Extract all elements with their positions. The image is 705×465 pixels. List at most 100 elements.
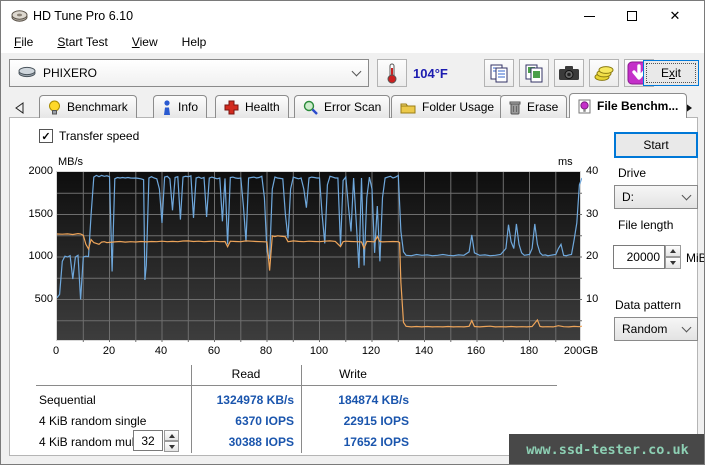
tab-info[interactable]: Info	[153, 95, 207, 118]
drive-dropdown[interactable]: D:	[614, 185, 698, 209]
data-pattern-label: Data pattern	[615, 298, 681, 312]
thermometer-icon	[386, 62, 398, 84]
axis-tick-label: 180	[507, 345, 551, 357]
screenshot-button[interactable]	[554, 59, 584, 87]
tab-health-label: Health	[245, 100, 280, 114]
file-length-label: File length	[618, 218, 673, 232]
axis-tick-label: 10	[586, 293, 610, 305]
row-label: 4 KiB random single	[39, 414, 146, 428]
table-column-divider-1	[191, 365, 192, 453]
drive-select-combo[interactable]: PHIXERO	[9, 59, 369, 87]
minimize-icon	[584, 16, 595, 17]
arrow-left-icon	[15, 102, 24, 114]
camera-icon	[558, 65, 580, 81]
info-icon	[162, 100, 172, 115]
file-length-input[interactable]	[613, 245, 665, 269]
axis-tick-label: 20	[87, 345, 131, 357]
transfer-speed-checkbox-row[interactable]: ✓ Transfer speed	[39, 129, 139, 143]
row-label: Sequential	[39, 393, 96, 407]
tab-file-benchmark-label: File Benchm...	[597, 99, 678, 113]
y-axis-left-unit: MB/s	[58, 156, 83, 168]
table-column-divider-2	[301, 365, 302, 453]
arrow-down-icon	[169, 445, 175, 449]
tab-benchmark-label: Benchmark	[67, 100, 128, 114]
magnifier-icon	[303, 100, 318, 115]
y-axis-right-unit: ms	[558, 156, 573, 168]
random-multi-read-value: 30388 IOPS	[196, 435, 294, 449]
start-button[interactable]: Start	[614, 132, 698, 158]
file-length-down-button[interactable]	[665, 257, 681, 269]
health-cross-icon	[224, 100, 239, 115]
axis-tick-label: 80	[244, 345, 288, 357]
checkbox-checked-icon[interactable]: ✓	[39, 129, 53, 143]
copy-icon	[489, 63, 509, 83]
axis-tick-label: 60	[192, 345, 236, 357]
queue-depth-down-button[interactable]	[164, 441, 179, 452]
chevron-down-icon	[682, 322, 692, 332]
data-pattern-value: Random	[622, 322, 667, 336]
sequential-write-value: 184874 KB/s	[311, 393, 409, 407]
arrow-up-icon	[169, 434, 175, 438]
queue-depth-input[interactable]	[133, 430, 163, 451]
folder-icon	[400, 101, 416, 114]
bulb-icon	[48, 100, 61, 115]
random-single-read-value: 6370 IOPS	[196, 414, 294, 428]
benchmark-chart	[56, 171, 581, 341]
tab-benchmark[interactable]: Benchmark	[39, 95, 137, 118]
tab-error-scan[interactable]: Error Scan	[294, 95, 390, 118]
queue-depth-up-button[interactable]	[164, 430, 179, 441]
copy-image-icon	[524, 63, 544, 83]
axis-tick-label: 40	[586, 165, 610, 177]
arrow-up-icon	[670, 249, 676, 253]
disk-icon	[18, 66, 36, 81]
maximize-button[interactable]	[615, 1, 649, 31]
row-label: 4 KiB random multi	[39, 435, 140, 449]
axis-tick-label: 1500	[17, 208, 53, 220]
file-length-unit: MiB	[686, 251, 705, 265]
exit-button[interactable]: Exit	[643, 60, 699, 86]
axis-tick-label: 100	[297, 345, 341, 357]
minimize-button[interactable]	[572, 1, 606, 31]
tab-bar: Benchmark Info Health Error Scan Folder …	[1, 93, 704, 118]
tab-info-label: Info	[178, 100, 198, 114]
chevron-down-icon	[352, 66, 362, 76]
tab-erase[interactable]: Erase	[500, 95, 567, 118]
menu-view[interactable]: View	[123, 32, 167, 52]
data-pattern-dropdown[interactable]: Random	[614, 317, 698, 341]
transfer-speed-label: Transfer speed	[59, 129, 139, 143]
menu-file[interactable]: File	[5, 32, 42, 52]
save-results-button[interactable]	[589, 59, 619, 87]
sequential-read-value: 1324978 KB/s	[196, 393, 294, 407]
axis-tick-label: 40	[139, 345, 183, 357]
axis-tick-label: 140	[402, 345, 446, 357]
temperature-button[interactable]	[377, 59, 407, 87]
axis-tick-label: 30	[586, 208, 610, 220]
axis-tick-label: 200GB	[559, 345, 603, 357]
chevron-down-icon	[682, 190, 692, 200]
maximize-icon	[627, 11, 637, 21]
trash-icon	[509, 100, 521, 115]
axis-tick-label: 120	[349, 345, 393, 357]
copy-image-button[interactable]	[519, 59, 549, 87]
menu-bar: File Start Test View Help	[1, 31, 704, 53]
drive-label: Drive	[618, 166, 646, 180]
file-length-up-button[interactable]	[665, 245, 681, 257]
tab-health[interactable]: Health	[215, 95, 289, 118]
tab-file-benchmark[interactable]: File Benchm...	[569, 93, 687, 118]
temperature-value: 104°F	[413, 66, 448, 81]
menu-help[interactable]: Help	[173, 32, 216, 52]
tab-scroll-left-button[interactable]	[15, 102, 24, 114]
watermark: www.ssd-tester.co.uk	[509, 434, 705, 465]
arrow-down-icon	[670, 261, 676, 265]
close-button[interactable]: ✕	[658, 1, 692, 31]
drive-combo-value: PHIXERO	[43, 66, 97, 80]
tab-folder-usage[interactable]: Folder Usage	[391, 95, 503, 118]
column-header-read: Read	[196, 367, 296, 381]
window-title: HD Tune Pro 6.10	[33, 9, 133, 23]
hd-tune-app-icon	[11, 8, 28, 26]
column-header-write: Write	[303, 367, 403, 381]
menu-start-test[interactable]: Start Test	[48, 32, 116, 52]
copy-text-button[interactable]	[484, 59, 514, 87]
tab-erase-label: Erase	[527, 100, 558, 114]
title-bar: HD Tune Pro 6.10 ✕	[1, 1, 704, 31]
